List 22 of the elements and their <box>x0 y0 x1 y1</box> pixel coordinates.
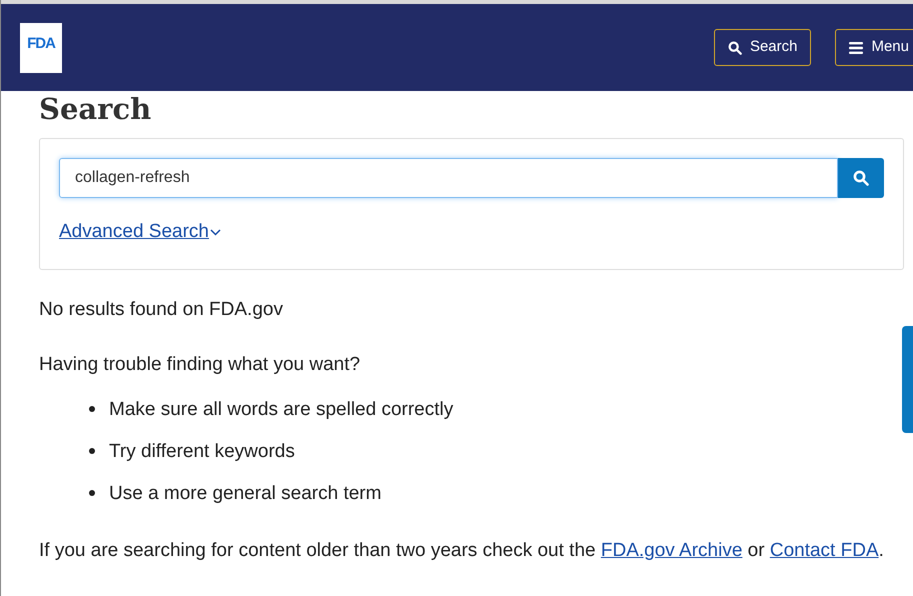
bullet-icon <box>89 490 95 496</box>
bullet-icon <box>89 448 95 454</box>
menu-icon <box>849 42 864 54</box>
search-icon <box>853 170 869 186</box>
search-field[interactable]: collagen-refresh <box>59 158 838 198</box>
tip-text: Try different keywords <box>109 440 295 462</box>
menu-button[interactable]: Menu <box>835 29 913 66</box>
archive-link[interactable]: FDA.gov Archive <box>600 540 742 560</box>
no-results-message: No results found on FDA.gov <box>39 298 284 322</box>
help-heading: Having trouble finding what you want? <box>39 353 362 377</box>
archive-note: If you are searching for content older than two years check out the FDA.gov Archive or Contact FDA. <box>39 538 885 562</box>
advanced-search-link[interactable]: Advanced Search <box>59 218 221 246</box>
page-title: Search <box>39 95 152 124</box>
search-button[interactable]: Search <box>714 29 812 66</box>
tip-text: Use a more general search term <box>109 482 382 504</box>
chevron-down-icon <box>210 228 221 236</box>
contact-link[interactable]: Contact FDA <box>770 540 879 560</box>
tip-text: Make sure all words are spelled correctly <box>109 398 454 420</box>
search-icon <box>728 40 742 54</box>
search-submit-button[interactable] <box>838 158 884 198</box>
bullet-icon <box>89 406 95 412</box>
logo[interactable]: FDA <box>20 22 62 72</box>
